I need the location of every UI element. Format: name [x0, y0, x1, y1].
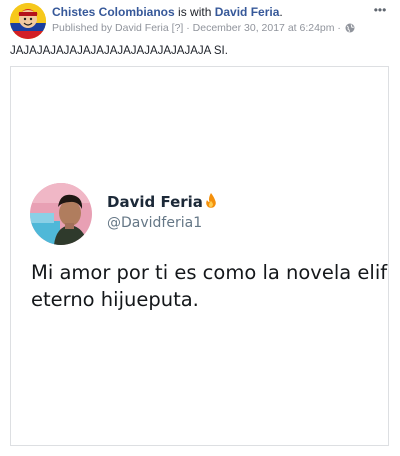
- page-avatar[interactable]: [10, 3, 46, 39]
- tagged-suffix: .: [279, 5, 283, 19]
- with-text: is with: [174, 5, 215, 19]
- unknown-marker[interactable]: [?]: [169, 22, 187, 34]
- post-image[interactable]: David Feria @Davidferia1 Mi amor por ti …: [10, 66, 389, 446]
- tweet-author-name: David Feria: [107, 193, 217, 212]
- post-meta-line: Published by David Feria [?] · December …: [52, 21, 372, 37]
- header-lines: Chistes Colombianos is with David Feria.…: [52, 5, 372, 37]
- tweet-avatar: [30, 183, 92, 245]
- fire-icon: [205, 193, 217, 212]
- post-timestamp-link[interactable]: December 30, 2017 at 6:24pm: [193, 22, 335, 34]
- tweet-handle: @Davidferia1: [107, 215, 203, 231]
- page-name-link[interactable]: Chistes Colombianos: [52, 5, 175, 19]
- tweet-text-line-2: eterno hijueputa.: [31, 288, 199, 311]
- more-options-icon[interactable]: •••: [372, 4, 388, 16]
- tweet-name-text: David Feria: [107, 193, 203, 211]
- tweet-text: Mi amor por ti es como la novela elif, e…: [31, 259, 389, 313]
- post-header: Chistes Colombianos is with David Feria.…: [10, 3, 390, 39]
- tagged-user-link[interactable]: David Feria: [215, 5, 280, 19]
- published-prefix: Published by: [52, 22, 116, 34]
- post-message: JAJAJAJAJAJAJAJAJAJAJAJAJAJAJA SI.: [10, 45, 228, 57]
- tweet-text-line-1: Mi amor por ti es como la novela elif,: [31, 261, 389, 284]
- header-title-line: Chistes Colombianos is with David Feria.: [52, 5, 372, 20]
- globe-icon[interactable]: [345, 23, 355, 37]
- privacy-separator: ·: [334, 22, 344, 34]
- published-by-link[interactable]: David Feria: [115, 22, 169, 34]
